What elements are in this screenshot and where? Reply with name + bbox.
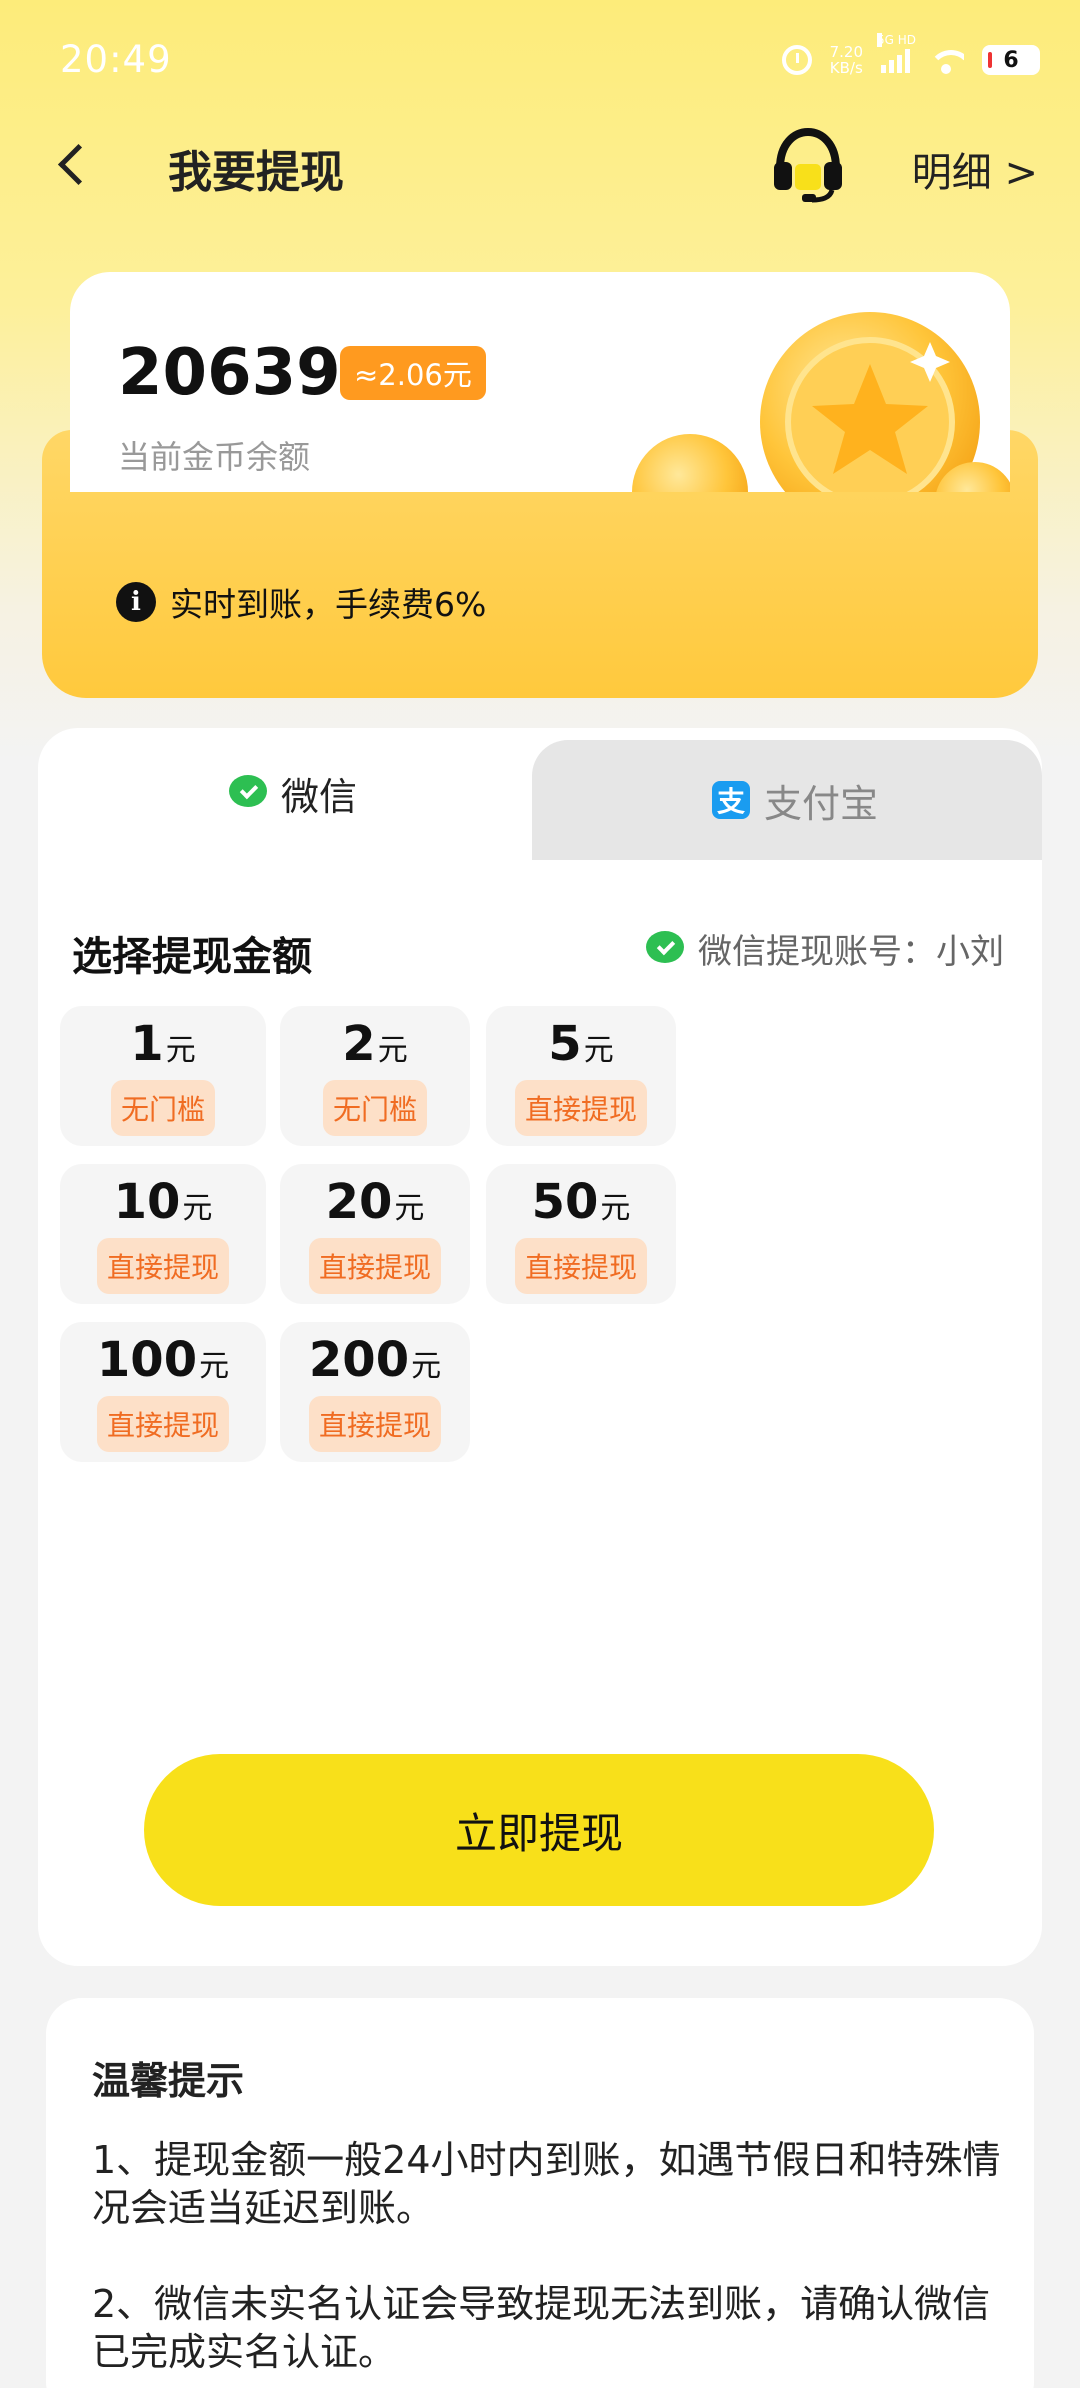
amount-tag: 直接提现 bbox=[514, 1238, 647, 1294]
amount-grid: 1元 无门槛 2元 无门槛 5元 直接提现 10 元 直接提现 20 元 直接提现 … bbox=[60, 1006, 1020, 1706]
tip-item: 2、微信未实名认证会导致提现无法到账，请确认微信已完成实名认证。 bbox=[92, 2282, 991, 2374]
gold-coin-icon bbox=[630, 302, 1010, 492]
cash-equivalent-badge: ≈2.06元 bbox=[340, 346, 486, 400]
amount-unit: 元 bbox=[165, 1033, 196, 1068]
tips-card: 温馨提示 1、提现金额一般24小时内到账，如遇节假日和特殊情况会适当延迟到账。 … bbox=[46, 1998, 1034, 2388]
account-row: 微信提现账号：小刘 bbox=[646, 924, 1004, 973]
amount-value: 20 bbox=[325, 1174, 393, 1230]
status-bar: 20:49 7.20 KB/s 5G HD 6 bbox=[0, 0, 1080, 120]
amount-option[interactable]: 50 元 直接提现 bbox=[486, 1164, 676, 1304]
amount-value: 1 bbox=[130, 1016, 164, 1072]
amount-option[interactable]: 20 元 直接提现 bbox=[280, 1164, 470, 1304]
withdraw-now-button[interactable]: 立即提现 bbox=[144, 1754, 934, 1906]
amount-unit: 元 bbox=[199, 1349, 230, 1384]
tips-title: 温馨提示 bbox=[92, 2059, 245, 2103]
account-text: 微信提现账号：小刘 bbox=[698, 932, 1004, 972]
section-title: 选择提现金额 bbox=[72, 934, 312, 980]
coin-balance: 20639 bbox=[118, 336, 341, 410]
cellular-signal-icon: 5G HD bbox=[877, 33, 916, 73]
amount-tag: 无门槛 bbox=[110, 1080, 215, 1136]
wifi-icon bbox=[928, 46, 964, 74]
wechat-icon bbox=[228, 775, 269, 811]
amount-tag: 直接提现 bbox=[514, 1080, 647, 1136]
amount-unit: 元 bbox=[583, 1033, 614, 1068]
back-button[interactable] bbox=[50, 138, 100, 188]
alarm-icon bbox=[781, 45, 812, 75]
amount-tag: 直接提现 bbox=[308, 1238, 441, 1294]
network-speed: 7.20 KB/s bbox=[830, 44, 863, 76]
amount-tag: 直接提现 bbox=[96, 1238, 229, 1294]
amount-unit: 元 bbox=[377, 1033, 408, 1068]
balance-label: 当前金币余额 bbox=[118, 438, 311, 476]
network-speed-value: 7.20 bbox=[829, 43, 863, 61]
amount-value: 5 bbox=[548, 1016, 582, 1072]
balance-panel: 20639 ≈2.06元 当前金币余额 bbox=[70, 272, 1010, 492]
notice-row: i 实时到账，手续费6% bbox=[116, 578, 486, 626]
amount-unit: 元 bbox=[600, 1191, 631, 1226]
amount-unit: 元 bbox=[182, 1191, 213, 1226]
amount-option[interactable]: 100 元 直接提现 bbox=[60, 1322, 266, 1462]
amount-unit: 元 bbox=[411, 1349, 442, 1384]
amount-unit: 元 bbox=[394, 1191, 425, 1226]
tab-wechat[interactable]: 微信 bbox=[38, 728, 548, 858]
battery-icon: 6 bbox=[982, 45, 1040, 75]
amount-tag: 无门槛 bbox=[322, 1080, 427, 1136]
page-title: 我要提现 bbox=[168, 147, 344, 198]
signal-label: 5G HD bbox=[877, 33, 917, 47]
amount-option[interactable]: 10 元 直接提现 bbox=[60, 1164, 266, 1304]
tab-alipay[interactable]: 支 支付宝 bbox=[548, 740, 1042, 860]
wechat-icon bbox=[646, 930, 686, 967]
detail-link[interactable]: 明细 > bbox=[912, 140, 1038, 198]
battery-level: 6 bbox=[1003, 47, 1019, 73]
amount-tag: 直接提现 bbox=[96, 1396, 229, 1452]
network-speed-unit: KB/s bbox=[829, 59, 863, 77]
amount-value: 200 bbox=[308, 1332, 410, 1388]
amount-option[interactable]: 5元 直接提现 bbox=[486, 1006, 676, 1146]
info-icon: i bbox=[116, 582, 156, 622]
header: 我要提现 明细 > bbox=[0, 110, 1080, 220]
balance-card: 20639 ≈2.06元 当前金币余额 i 实时到账，手续费6% bbox=[42, 272, 1038, 698]
status-time: 20:49 bbox=[60, 38, 172, 81]
amount-value: 50 bbox=[531, 1174, 599, 1230]
tab-wechat-label: 微信 bbox=[280, 774, 357, 819]
amount-tag: 直接提现 bbox=[308, 1396, 441, 1452]
amount-value: 2 bbox=[342, 1016, 376, 1072]
alipay-icon: 支 bbox=[711, 781, 750, 819]
withdraw-panel: 微信 支 支付宝 选择提现金额 微信提现账号：小刘 1元 无门槛 2元 无门槛 … bbox=[38, 728, 1042, 1966]
amount-value: 100 bbox=[96, 1332, 198, 1388]
customer-service-headset-icon[interactable] bbox=[768, 124, 848, 204]
tab-alipay-label: 支付宝 bbox=[763, 781, 878, 826]
amount-option[interactable]: 200 元 直接提现 bbox=[280, 1322, 470, 1462]
status-icons: 7.20 KB/s 5G HD 6 bbox=[781, 33, 1040, 80]
amount-option[interactable]: 2元 无门槛 bbox=[280, 1006, 470, 1146]
notice-text: 实时到账，手续费6% bbox=[170, 585, 487, 624]
amount-value: 10 bbox=[113, 1174, 181, 1230]
tip-item: 1、提现金额一般24小时内到账，如遇节假日和特殊情况会适当延迟到账。 bbox=[92, 2138, 1001, 2230]
amount-option[interactable]: 1元 无门槛 bbox=[60, 1006, 266, 1146]
